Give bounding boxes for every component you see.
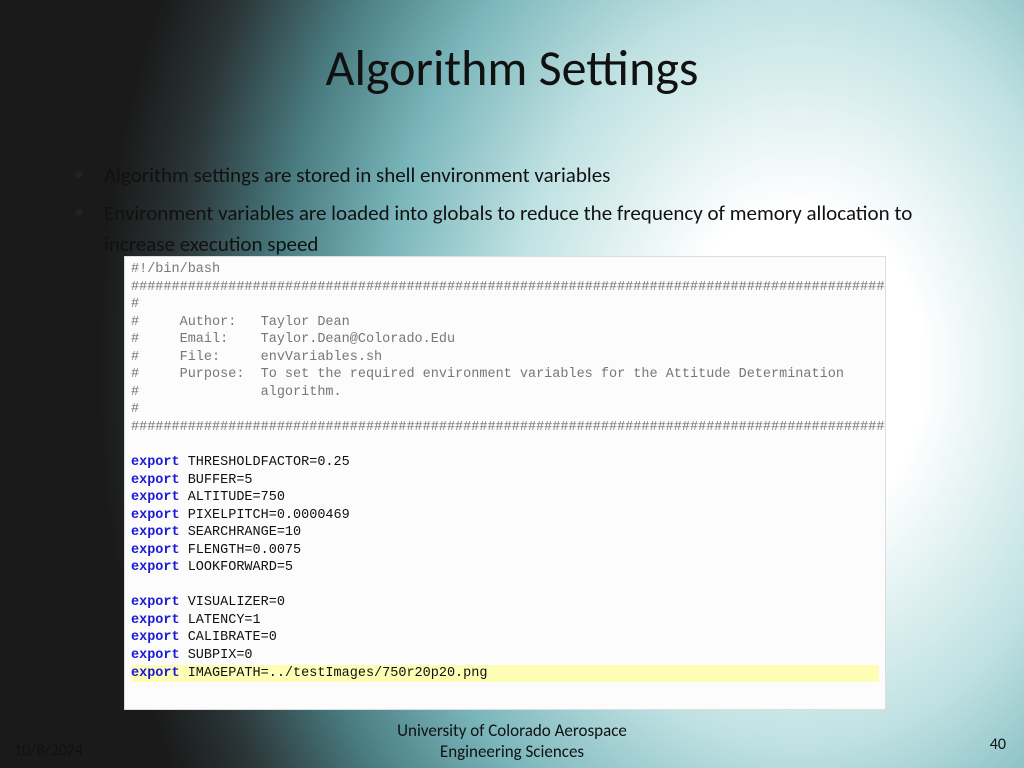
bullet-item: Algorithm settings are stored in shell e…	[72, 160, 984, 190]
code-export-highlighted: export IMAGEPATH=../testImages/750r20p20…	[131, 665, 879, 683]
footer-org-line1: University of Colorado Aerospace	[397, 720, 627, 741]
code-export: export LOOKFORWARD=5	[131, 560, 293, 575]
code-hash-line: ########################################…	[131, 280, 886, 295]
code-export: export VISUALIZER=0	[131, 595, 285, 610]
code-export: export PIXELPITCH=0.0000469	[131, 508, 350, 523]
code-export: export THRESHOLDFACTOR=0.25	[131, 455, 350, 470]
code-export: export BUFFER=5	[131, 473, 253, 488]
code-export: export FLENGTH=0.0075	[131, 543, 301, 558]
code-export: export SUBPIX=0	[131, 648, 253, 663]
code-export: export CALIBRATE=0	[131, 630, 277, 645]
code-comment: # Email: Taylor.Dean@Colorado.Edu	[131, 332, 455, 347]
code-comment: # algorithm.	[131, 385, 342, 400]
code-comment: # Purpose: To set the required environme…	[131, 367, 844, 382]
code-comment: #	[131, 402, 139, 417]
code-export: export SEARCHRANGE=10	[131, 525, 301, 540]
code-export: export LATENCY=1	[131, 613, 261, 628]
bullet-list: Algorithm settings are stored in shell e…	[72, 160, 984, 267]
code-block: #!/bin/bash ############################…	[124, 256, 886, 710]
slide: Algorithm Settings Algorithm settings ar…	[0, 0, 1024, 768]
code-comment: #	[131, 297, 139, 312]
bullet-item: Environment variables are loaded into gl…	[72, 198, 984, 259]
footer-org-line2: Engineering Sciences	[440, 741, 584, 762]
code-hash-line: ########################################…	[131, 420, 886, 435]
code-comment: # Author: Taylor Dean	[131, 315, 350, 330]
slide-title: Algorithm Settings	[0, 38, 1024, 99]
code-shebang: #!/bin/bash	[131, 262, 220, 277]
footer-org: University of Colorado Aerospace Enginee…	[0, 721, 1024, 762]
code-comment: # File: envVariables.sh	[131, 350, 382, 365]
footer-page-number: 40	[990, 735, 1006, 754]
code-export: export ALTITUDE=750	[131, 490, 285, 505]
code-content: #!/bin/bash ############################…	[131, 261, 879, 682]
